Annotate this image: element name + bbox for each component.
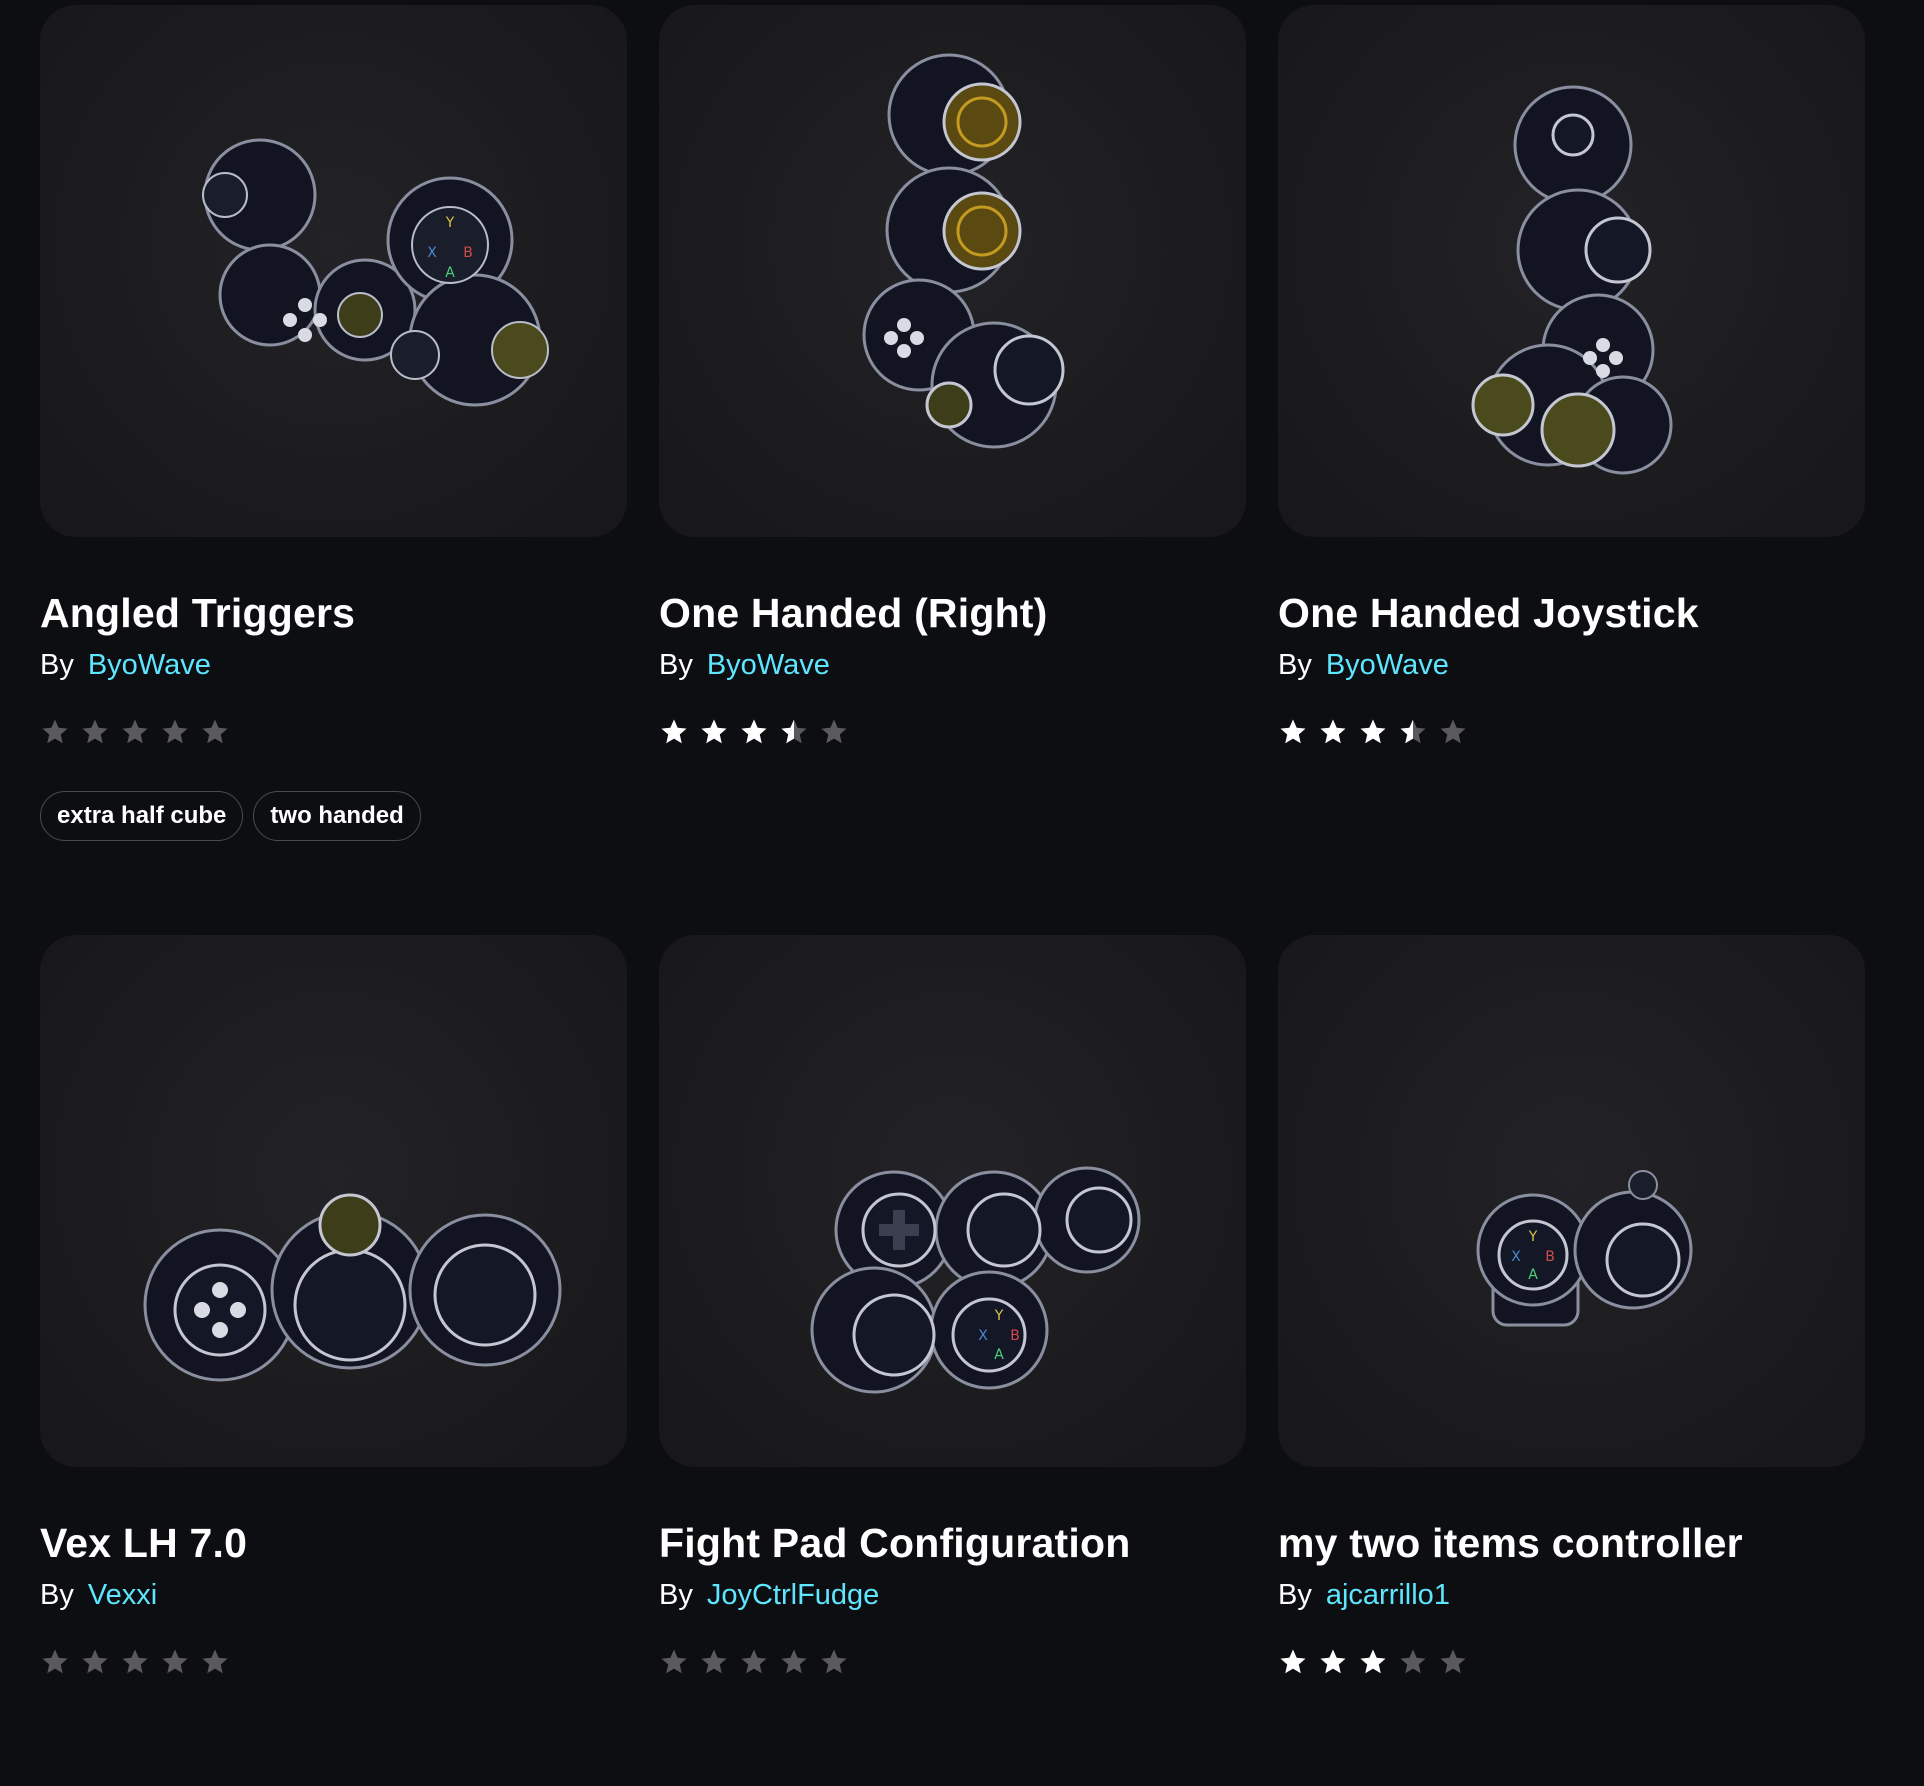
controller-card[interactable]: One Handed Joystick By ByoWave [1278, 5, 1865, 749]
card-title[interactable]: Vex LH 7.0 [40, 1519, 627, 1567]
star-rating [40, 717, 627, 749]
star-rating [659, 717, 1246, 749]
card-title[interactable]: my two items controller [1278, 1519, 1865, 1567]
svg-text:X: X [1511, 1249, 1521, 1265]
controller-card[interactable]: Vex LH 7.0 By Vexxi [40, 935, 627, 1679]
controller-thumbnail[interactable]: Y B X A [659, 935, 1246, 1467]
star-icon [781, 1649, 807, 1674]
svg-text:B: B [463, 245, 473, 261]
star-icon [741, 1649, 767, 1674]
svg-text:Y: Y [1528, 1229, 1538, 1245]
star-rating [1278, 717, 1865, 749]
star-icon [1440, 719, 1466, 744]
controller-thumbnail[interactable] [659, 5, 1246, 537]
by-label: By [40, 1579, 74, 1611]
svg-text:A: A [1528, 1267, 1538, 1283]
star-icon [122, 1649, 148, 1674]
star-icon [821, 719, 847, 744]
author-link[interactable]: ByoWave [88, 649, 211, 681]
card-byline: By Vexxi [40, 1577, 627, 1613]
svg-text:Y: Y [445, 215, 455, 231]
svg-text:A: A [445, 265, 455, 281]
tag-chip[interactable]: two handed [253, 791, 421, 841]
star-icon [122, 719, 148, 744]
star-rating [40, 1647, 627, 1679]
star-icon [1400, 719, 1426, 744]
svg-text:X: X [427, 245, 437, 261]
svg-text:B: B [1010, 1328, 1020, 1344]
star-icon [661, 1649, 687, 1674]
svg-text:A: A [994, 1347, 1004, 1363]
svg-text:X: X [978, 1328, 988, 1344]
star-icon [1400, 1649, 1426, 1674]
by-label: By [1278, 649, 1312, 681]
controller-model-icon: Y B X A [202, 138, 549, 407]
star-icon [1280, 719, 1306, 744]
card-byline: By ByoWave [1278, 647, 1865, 683]
card-byline: By ByoWave [659, 647, 1246, 683]
controller-model-icon [143, 1193, 562, 1382]
star-icon [821, 1649, 847, 1674]
by-label: By [1278, 1579, 1312, 1611]
card-byline: By JoyCtrlFudge [659, 1577, 1246, 1613]
controller-card[interactable]: Y B X A Fight Pad Configuration By JoyCtr… [659, 935, 1246, 1679]
by-label: By [659, 649, 693, 681]
controller-grid: Y B X A Angled Triggers By ByoWave extra … [0, 0, 1924, 1786]
star-icon [1280, 1649, 1306, 1674]
by-label: By [659, 1579, 693, 1611]
author-link[interactable]: ajcarrillo1 [1326, 1579, 1450, 1611]
star-icon [701, 719, 727, 744]
controller-model-icon [862, 53, 1065, 449]
controller-thumbnail[interactable]: Y B X A [40, 5, 627, 537]
card-title[interactable]: One Handed Joystick [1278, 589, 1865, 637]
card-byline: By ajcarrillo1 [1278, 1577, 1865, 1613]
star-icon [701, 1649, 727, 1674]
star-icon [202, 1649, 228, 1674]
star-icon [1360, 719, 1386, 744]
svg-text:Y: Y [994, 1308, 1004, 1324]
card-title[interactable]: Angled Triggers [40, 589, 627, 637]
star-rating [659, 1647, 1246, 1679]
star-icon [162, 719, 188, 744]
by-label: By [40, 649, 74, 681]
star-icon [1320, 1649, 1346, 1674]
star-icon [1440, 1649, 1466, 1674]
controller-thumbnail[interactable] [40, 935, 627, 1467]
star-icon [82, 719, 108, 744]
controller-thumbnail[interactable]: Y B X A [1278, 935, 1865, 1467]
tag-list: extra half cube two handed [40, 791, 627, 841]
star-icon [1320, 719, 1346, 744]
star-icon [162, 1649, 188, 1674]
tag-chip[interactable]: extra half cube [40, 791, 244, 841]
star-icon [661, 719, 687, 744]
star-icon [202, 719, 228, 744]
star-icon [42, 1649, 68, 1674]
controller-model-icon: Y B X A [810, 1166, 1141, 1394]
controller-card[interactable]: One Handed (Right) By ByoWave [659, 5, 1246, 749]
svg-text:B: B [1545, 1249, 1555, 1265]
controller-card[interactable]: Y B X A Angled Triggers By ByoWave extra … [40, 5, 627, 841]
card-title[interactable]: Fight Pad Configuration [659, 1519, 1246, 1567]
card-title[interactable]: One Handed (Right) [659, 589, 1246, 637]
star-icon [42, 719, 68, 744]
author-link[interactable]: ByoWave [1326, 649, 1449, 681]
controller-model-icon [1471, 85, 1673, 475]
star-icon [1360, 1649, 1386, 1674]
author-link[interactable]: ByoWave [707, 649, 830, 681]
controller-card[interactable]: Y B X A my two items controller By ajcarr… [1278, 935, 1865, 1679]
star-icon [741, 719, 767, 744]
star-icon [82, 1649, 108, 1674]
card-byline: By ByoWave [40, 647, 627, 683]
author-link[interactable]: Vexxi [88, 1579, 157, 1611]
controller-model-icon: Y B X A [1476, 1170, 1693, 1327]
author-link[interactable]: JoyCtrlFudge [707, 1579, 879, 1611]
controller-thumbnail[interactable] [1278, 5, 1865, 537]
star-icon [781, 719, 807, 744]
star-rating [1278, 1647, 1865, 1679]
